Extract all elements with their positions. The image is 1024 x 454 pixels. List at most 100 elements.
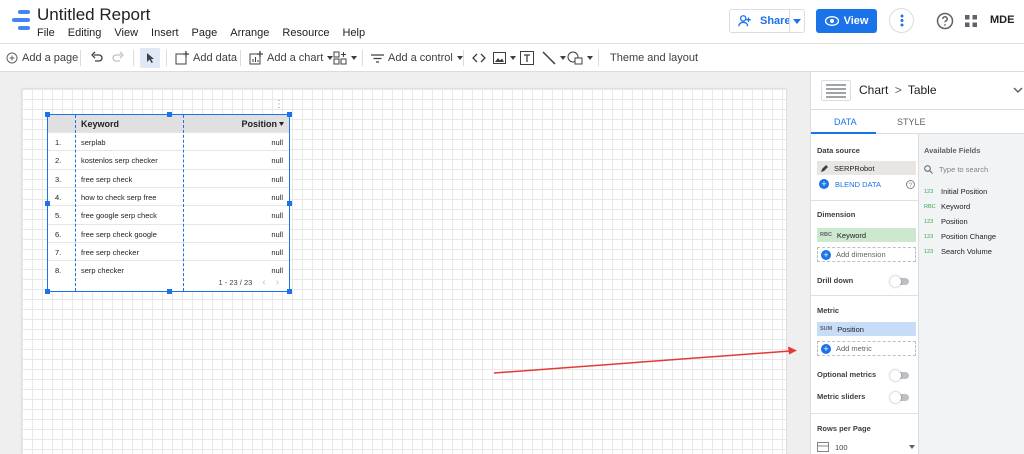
- menu-help[interactable]: Help: [342, 27, 365, 39]
- table-row[interactable]: 5. free google serp check null: [48, 205, 289, 223]
- tab-data[interactable]: DATA: [834, 117, 857, 127]
- view-button[interactable]: View: [816, 9, 877, 33]
- sort-descending-icon[interactable]: [279, 122, 284, 126]
- shape-button[interactable]: [567, 50, 593, 66]
- add-control-button[interactable]: Add a control: [371, 50, 463, 66]
- community-viz-button[interactable]: [333, 50, 357, 66]
- add-metric-button[interactable]: + Add metric: [817, 341, 916, 356]
- divider: [133, 50, 134, 66]
- chevron-down-icon[interactable]: [1013, 87, 1023, 94]
- next-page-icon[interactable]: ›: [276, 277, 279, 288]
- share-dropdown-icon[interactable]: [789, 10, 804, 32]
- metric-chip[interactable]: SUM Position: [817, 322, 916, 336]
- report-page[interactable]: ⋮ Keyword Position 1. serplab null 2. kosten…: [22, 89, 786, 454]
- tab-style[interactable]: STYLE: [897, 117, 926, 127]
- field-type: 123: [924, 188, 934, 195]
- available-field-item[interactable]: 123 Position: [924, 217, 968, 226]
- column-header-keyword[interactable]: Keyword: [81, 119, 119, 129]
- add-data-label: Add data: [193, 52, 238, 64]
- table-row[interactable]: 2. kostenlos serp checker null: [48, 150, 289, 168]
- share-button[interactable]: Share: [729, 9, 805, 33]
- help-icon[interactable]: ?: [906, 180, 915, 189]
- keyword-cell: how to check serp free: [81, 192, 157, 202]
- table-row[interactable]: 3. free serp check null: [48, 168, 289, 187]
- data-studio-logo-icon[interactable]: [10, 8, 32, 34]
- menu-resource[interactable]: Resource: [282, 27, 329, 39]
- theme-and-layout-label: Theme and layout: [610, 52, 699, 64]
- add-page-button[interactable]: Add a page: [6, 50, 78, 66]
- menu-page[interactable]: Page: [192, 27, 218, 39]
- position-cell: null: [271, 211, 283, 221]
- available-field-item[interactable]: 123 Initial Position: [924, 187, 987, 196]
- column-header-position[interactable]: Position: [242, 119, 278, 129]
- table-chart[interactable]: Keyword Position 1. serplab null 2. kostenlo…: [45, 112, 292, 294]
- menu-arrange[interactable]: Arrange: [230, 27, 269, 39]
- chart-options-icon[interactable]: ⋮: [274, 99, 284, 110]
- available-field-item[interactable]: RBC Keyword: [924, 202, 970, 211]
- table-row[interactable]: 6. free serp check google null: [48, 223, 289, 242]
- resize-handle[interactable]: [167, 112, 172, 117]
- rows-per-page-select[interactable]: 100: [817, 440, 915, 454]
- keyword-cell: free google serp check: [81, 211, 157, 221]
- available-field-item[interactable]: 123 Search Volume: [924, 247, 992, 256]
- available-field-item[interactable]: 123 Position Change: [924, 232, 996, 241]
- image-icon: [493, 52, 506, 64]
- table-row[interactable]: 7. free serp checker null: [48, 241, 289, 260]
- apps-grid-icon[interactable]: [962, 12, 980, 30]
- select-cursor-icon[interactable]: [140, 48, 160, 68]
- help-icon[interactable]: [936, 12, 954, 30]
- keyword-cell: kostenlos serp checker: [81, 156, 158, 166]
- position-cell: null: [271, 229, 283, 239]
- resize-handle[interactable]: [45, 201, 50, 206]
- table-row[interactable]: 8. serp checker null: [48, 260, 289, 278]
- image-button[interactable]: [493, 50, 516, 66]
- table-header: Keyword Position: [48, 115, 289, 132]
- field-search[interactable]: Type to search: [924, 161, 1020, 177]
- prev-page-icon[interactable]: ‹: [262, 277, 265, 288]
- data-source-chip[interactable]: SERPRobot: [817, 161, 916, 175]
- resize-handle[interactable]: [45, 289, 50, 294]
- divider: [598, 50, 599, 66]
- metric-sliders-toggle[interactable]: [890, 392, 909, 403]
- blend-data-button[interactable]: + BLEND DATA: [819, 179, 881, 189]
- position-cell: null: [271, 247, 283, 257]
- undo-icon[interactable]: [90, 50, 103, 66]
- breadcrumb-table[interactable]: Table: [908, 83, 937, 97]
- add-data-button[interactable]: Add data: [175, 50, 237, 66]
- table-row[interactable]: 4. how to check serp free null: [48, 186, 289, 205]
- table-row[interactable]: 1. serplab null: [48, 132, 289, 150]
- dimension-chip[interactable]: RBC Keyword: [817, 228, 916, 242]
- user-account[interactable]: MDE: [990, 14, 1014, 26]
- menu-view[interactable]: View: [114, 27, 138, 39]
- more-options-icon[interactable]: [889, 8, 914, 33]
- theme-and-layout-button[interactable]: Theme and layout: [610, 50, 698, 66]
- menu-file[interactable]: File: [37, 27, 55, 39]
- text-box-icon[interactable]: [520, 50, 534, 66]
- line-button[interactable]: [542, 50, 566, 66]
- data-source-name: SERPRobot: [834, 163, 875, 173]
- resize-handle[interactable]: [287, 201, 292, 206]
- menu-editing[interactable]: Editing: [68, 27, 102, 39]
- redo-icon[interactable]: [112, 50, 125, 66]
- share-label: Share: [760, 15, 791, 27]
- dimension-name: Keyword: [836, 230, 867, 240]
- resize-handle[interactable]: [287, 289, 292, 294]
- pencil-icon[interactable]: [820, 164, 829, 173]
- drill-down-toggle[interactable]: [890, 276, 909, 287]
- resize-handle[interactable]: [45, 112, 50, 117]
- resize-handle[interactable]: [287, 112, 292, 117]
- divider: [811, 295, 919, 296]
- optional-metrics-toggle[interactable]: [890, 370, 909, 381]
- add-chart-button[interactable]: Add a chart: [249, 50, 334, 66]
- field-type: 123: [924, 233, 934, 240]
- chevron-down-icon: [510, 56, 516, 60]
- add-dimension-button[interactable]: + Add dimension: [817, 247, 916, 262]
- blend-data-label: BLEND DATA: [835, 179, 881, 189]
- breadcrumb-chart[interactable]: Chart: [859, 83, 888, 97]
- chevron-down-icon: [560, 56, 566, 60]
- code-embed-icon[interactable]: [472, 50, 486, 66]
- report-title[interactable]: Untitled Report: [37, 5, 150, 25]
- menu-insert[interactable]: Insert: [151, 27, 179, 39]
- shapes-icon: [567, 51, 583, 65]
- resize-handle[interactable]: [167, 289, 172, 294]
